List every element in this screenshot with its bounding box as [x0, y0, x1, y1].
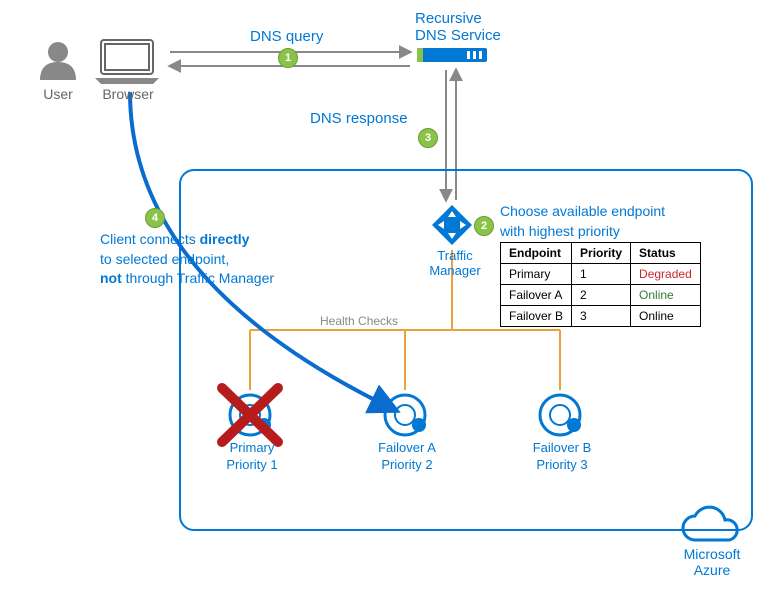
user-icon	[40, 42, 76, 80]
status-online: Online	[631, 285, 701, 306]
txt: Priority 2	[381, 457, 432, 472]
endpoint-failover-b-label: Failover B Priority 3	[527, 440, 597, 474]
table-header-row: Endpoint Priority Status	[501, 243, 701, 264]
traffic-manager-label: Traffic Manager	[420, 248, 490, 278]
azure-cloud-icon	[683, 507, 737, 540]
txt: Priority 3	[536, 457, 587, 472]
traffic-manager-icon	[432, 205, 472, 245]
status-online: Online	[631, 306, 701, 327]
col-endpoint: Endpoint	[501, 243, 572, 264]
dns-service-icon	[417, 48, 487, 62]
dns-response-label: DNS response	[310, 110, 408, 127]
endpoint-failover-a-icon	[385, 395, 426, 435]
cell: 3	[572, 306, 631, 327]
browser-icon	[95, 40, 159, 84]
browser-label: Browser	[100, 86, 156, 102]
txt: Priority 1	[226, 457, 277, 472]
priority-table: Endpoint Priority Status Primary 1 Degra…	[500, 242, 701, 327]
txt: Primary	[230, 440, 275, 455]
txt: not	[100, 270, 122, 286]
endpoint-failover-a-label: Failover A Priority 2	[372, 440, 442, 474]
txt: Failover A	[378, 440, 436, 455]
table-row: Failover A 2 Online	[501, 285, 701, 306]
cell: Failover A	[501, 285, 572, 306]
txt: Client connects	[100, 231, 200, 247]
txt: through Traffic Manager	[122, 270, 274, 286]
col-status: Status	[631, 243, 701, 264]
txt: Failover B	[533, 440, 592, 455]
table-row: Primary 1 Degraded	[501, 264, 701, 285]
dns-query-label: DNS query	[250, 28, 323, 45]
txt: Choose available endpoint	[500, 203, 665, 219]
cell: Primary	[501, 264, 572, 285]
user-label: User	[40, 86, 76, 102]
endpoint-primary-label: Primary Priority 1	[222, 440, 282, 474]
status-degraded: Degraded	[631, 264, 701, 285]
table-row: Failover B 3 Online	[501, 306, 701, 327]
health-checks-label: Health Checks	[320, 314, 398, 328]
step-4-badge: 4	[145, 208, 165, 228]
step-2-badge: 2	[474, 216, 494, 236]
dns-service-label: Recursive DNS Service	[415, 10, 515, 44]
cell: Failover B	[501, 306, 572, 327]
client-direct-note: Client connects directly to selected end…	[100, 230, 300, 289]
endpoint-failover-b-icon	[540, 395, 581, 435]
txt: to selected endpoint,	[100, 251, 229, 267]
txt: with highest priority	[500, 223, 620, 239]
step-3-badge: 3	[418, 128, 438, 148]
cell: 1	[572, 264, 631, 285]
azure-label: Microsoft Azure	[672, 546, 752, 578]
col-priority: Priority	[572, 243, 631, 264]
choose-endpoint-note: Choose available endpoint with highest p…	[500, 202, 730, 241]
step-1-badge: 1	[278, 48, 298, 68]
cell: 2	[572, 285, 631, 306]
txt: directly	[200, 231, 250, 247]
